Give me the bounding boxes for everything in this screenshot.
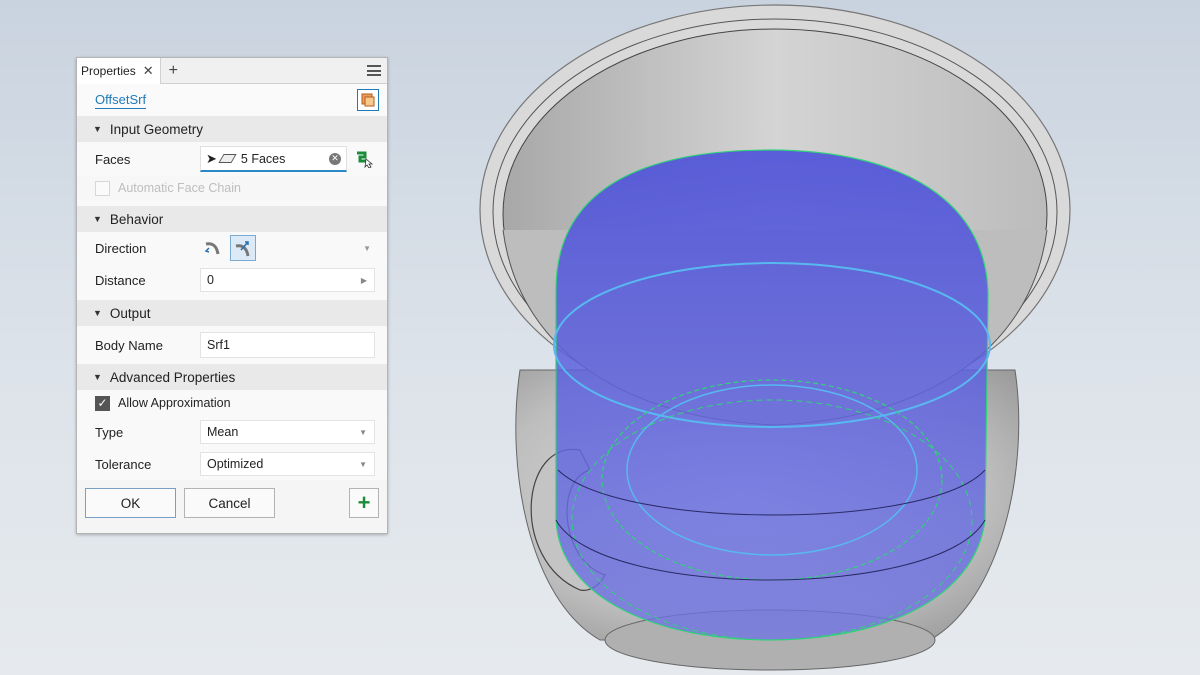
properties-panel: Properties ✕ + OffsetSrf ▼ Input Geometr… (76, 57, 388, 534)
type-value: Mean (207, 425, 239, 439)
distance-label: Distance (95, 272, 146, 288)
offset-surface-preview[interactable] (553, 149, 991, 641)
section-advanced-properties[interactable]: ▼ Advanced Properties (77, 364, 387, 390)
type-label: Type (95, 424, 124, 440)
select-arrow-icon: ➤ (206, 150, 217, 166)
direction-label: Direction (95, 240, 147, 256)
flip-direction-icon[interactable] (200, 235, 226, 261)
direction-row: Direction ▼ (77, 232, 387, 264)
chevron-right-icon[interactable]: ▶ (361, 276, 367, 285)
add-tab-icon[interactable]: + (169, 62, 178, 80)
type-dropdown[interactable]: Mean ▼ (200, 420, 375, 444)
tolerance-label: Tolerance (95, 456, 152, 472)
panel-footer: OK Cancel + (77, 480, 387, 526)
body-name-value: Srf1 (207, 338, 230, 352)
distance-row: Distance 0 ▶ (77, 264, 387, 296)
apply-add-button[interactable]: + (349, 488, 379, 518)
section-behavior[interactable]: ▼ Behavior (77, 206, 387, 232)
menu-icon[interactable] (367, 65, 381, 76)
preset-icon[interactable] (357, 89, 379, 111)
allow-approximation-label: Allow Approximation (118, 396, 231, 410)
tolerance-dropdown[interactable]: Optimized ▼ (200, 452, 375, 476)
chevron-down-icon[interactable]: ▼ (359, 428, 367, 437)
distance-value: 0 (207, 273, 214, 287)
tab-properties[interactable]: Properties ✕ (77, 57, 161, 84)
cancel-button[interactable]: Cancel (184, 488, 275, 518)
tab-label: Properties (81, 63, 136, 78)
section-title: Advanced Properties (109, 369, 236, 385)
tolerance-value: Optimized (207, 457, 264, 471)
section-title: Input Geometry (109, 121, 203, 137)
collapse-triangle-icon[interactable]: ▼ (93, 308, 102, 318)
faces-row: Faces ➤ 5 Faces ✕ (77, 142, 387, 176)
allow-approximation-checkbox[interactable]: ✓ (95, 395, 110, 411)
face-icon (218, 154, 237, 163)
chevron-down-icon[interactable]: ▼ (363, 244, 371, 253)
ok-button[interactable]: OK (85, 488, 176, 518)
section-title: Behavior (109, 211, 164, 227)
clear-icon[interactable]: ✕ (329, 152, 341, 165)
automatic-face-chain-label: Automatic Face Chain (118, 181, 241, 195)
body-name-row: Body Name Srf1 (77, 326, 387, 364)
body-name-input[interactable]: Srf1 (200, 332, 375, 358)
faces-selector[interactable]: ➤ 5 Faces ✕ (200, 146, 347, 172)
offset-direction-icon[interactable] (230, 235, 256, 261)
section-output[interactable]: ▼ Output (77, 300, 387, 326)
tolerance-row: Tolerance Optimized ▼ (77, 448, 387, 480)
faces-label: Faces (95, 151, 131, 167)
collapse-triangle-icon[interactable]: ▼ (93, 214, 102, 224)
automatic-face-chain-checkbox[interactable] (95, 180, 110, 196)
collapse-triangle-icon[interactable]: ▼ (93, 372, 102, 382)
body-name-label: Body Name (95, 337, 163, 353)
distance-input[interactable]: 0 ▶ (200, 268, 375, 292)
faces-value: 5 Faces (240, 151, 286, 166)
close-icon[interactable]: ✕ (143, 63, 154, 79)
section-input-geometry[interactable]: ▼ Input Geometry (77, 116, 387, 142)
chain-select-icon[interactable] (354, 148, 374, 171)
collapse-triangle-icon[interactable]: ▼ (93, 124, 102, 134)
feature-name-link[interactable]: OffsetSrf (95, 92, 147, 109)
feature-header: OffsetSrf (77, 84, 387, 116)
section-title: Output (109, 305, 151, 321)
automatic-face-chain-row: Automatic Face Chain (77, 176, 387, 200)
allow-approximation-row: ✓ Allow Approximation (77, 390, 387, 416)
panel-titlebar: Properties ✕ + (77, 57, 387, 84)
type-row: Type Mean ▼ (77, 416, 387, 448)
chevron-down-icon[interactable]: ▼ (359, 460, 367, 469)
